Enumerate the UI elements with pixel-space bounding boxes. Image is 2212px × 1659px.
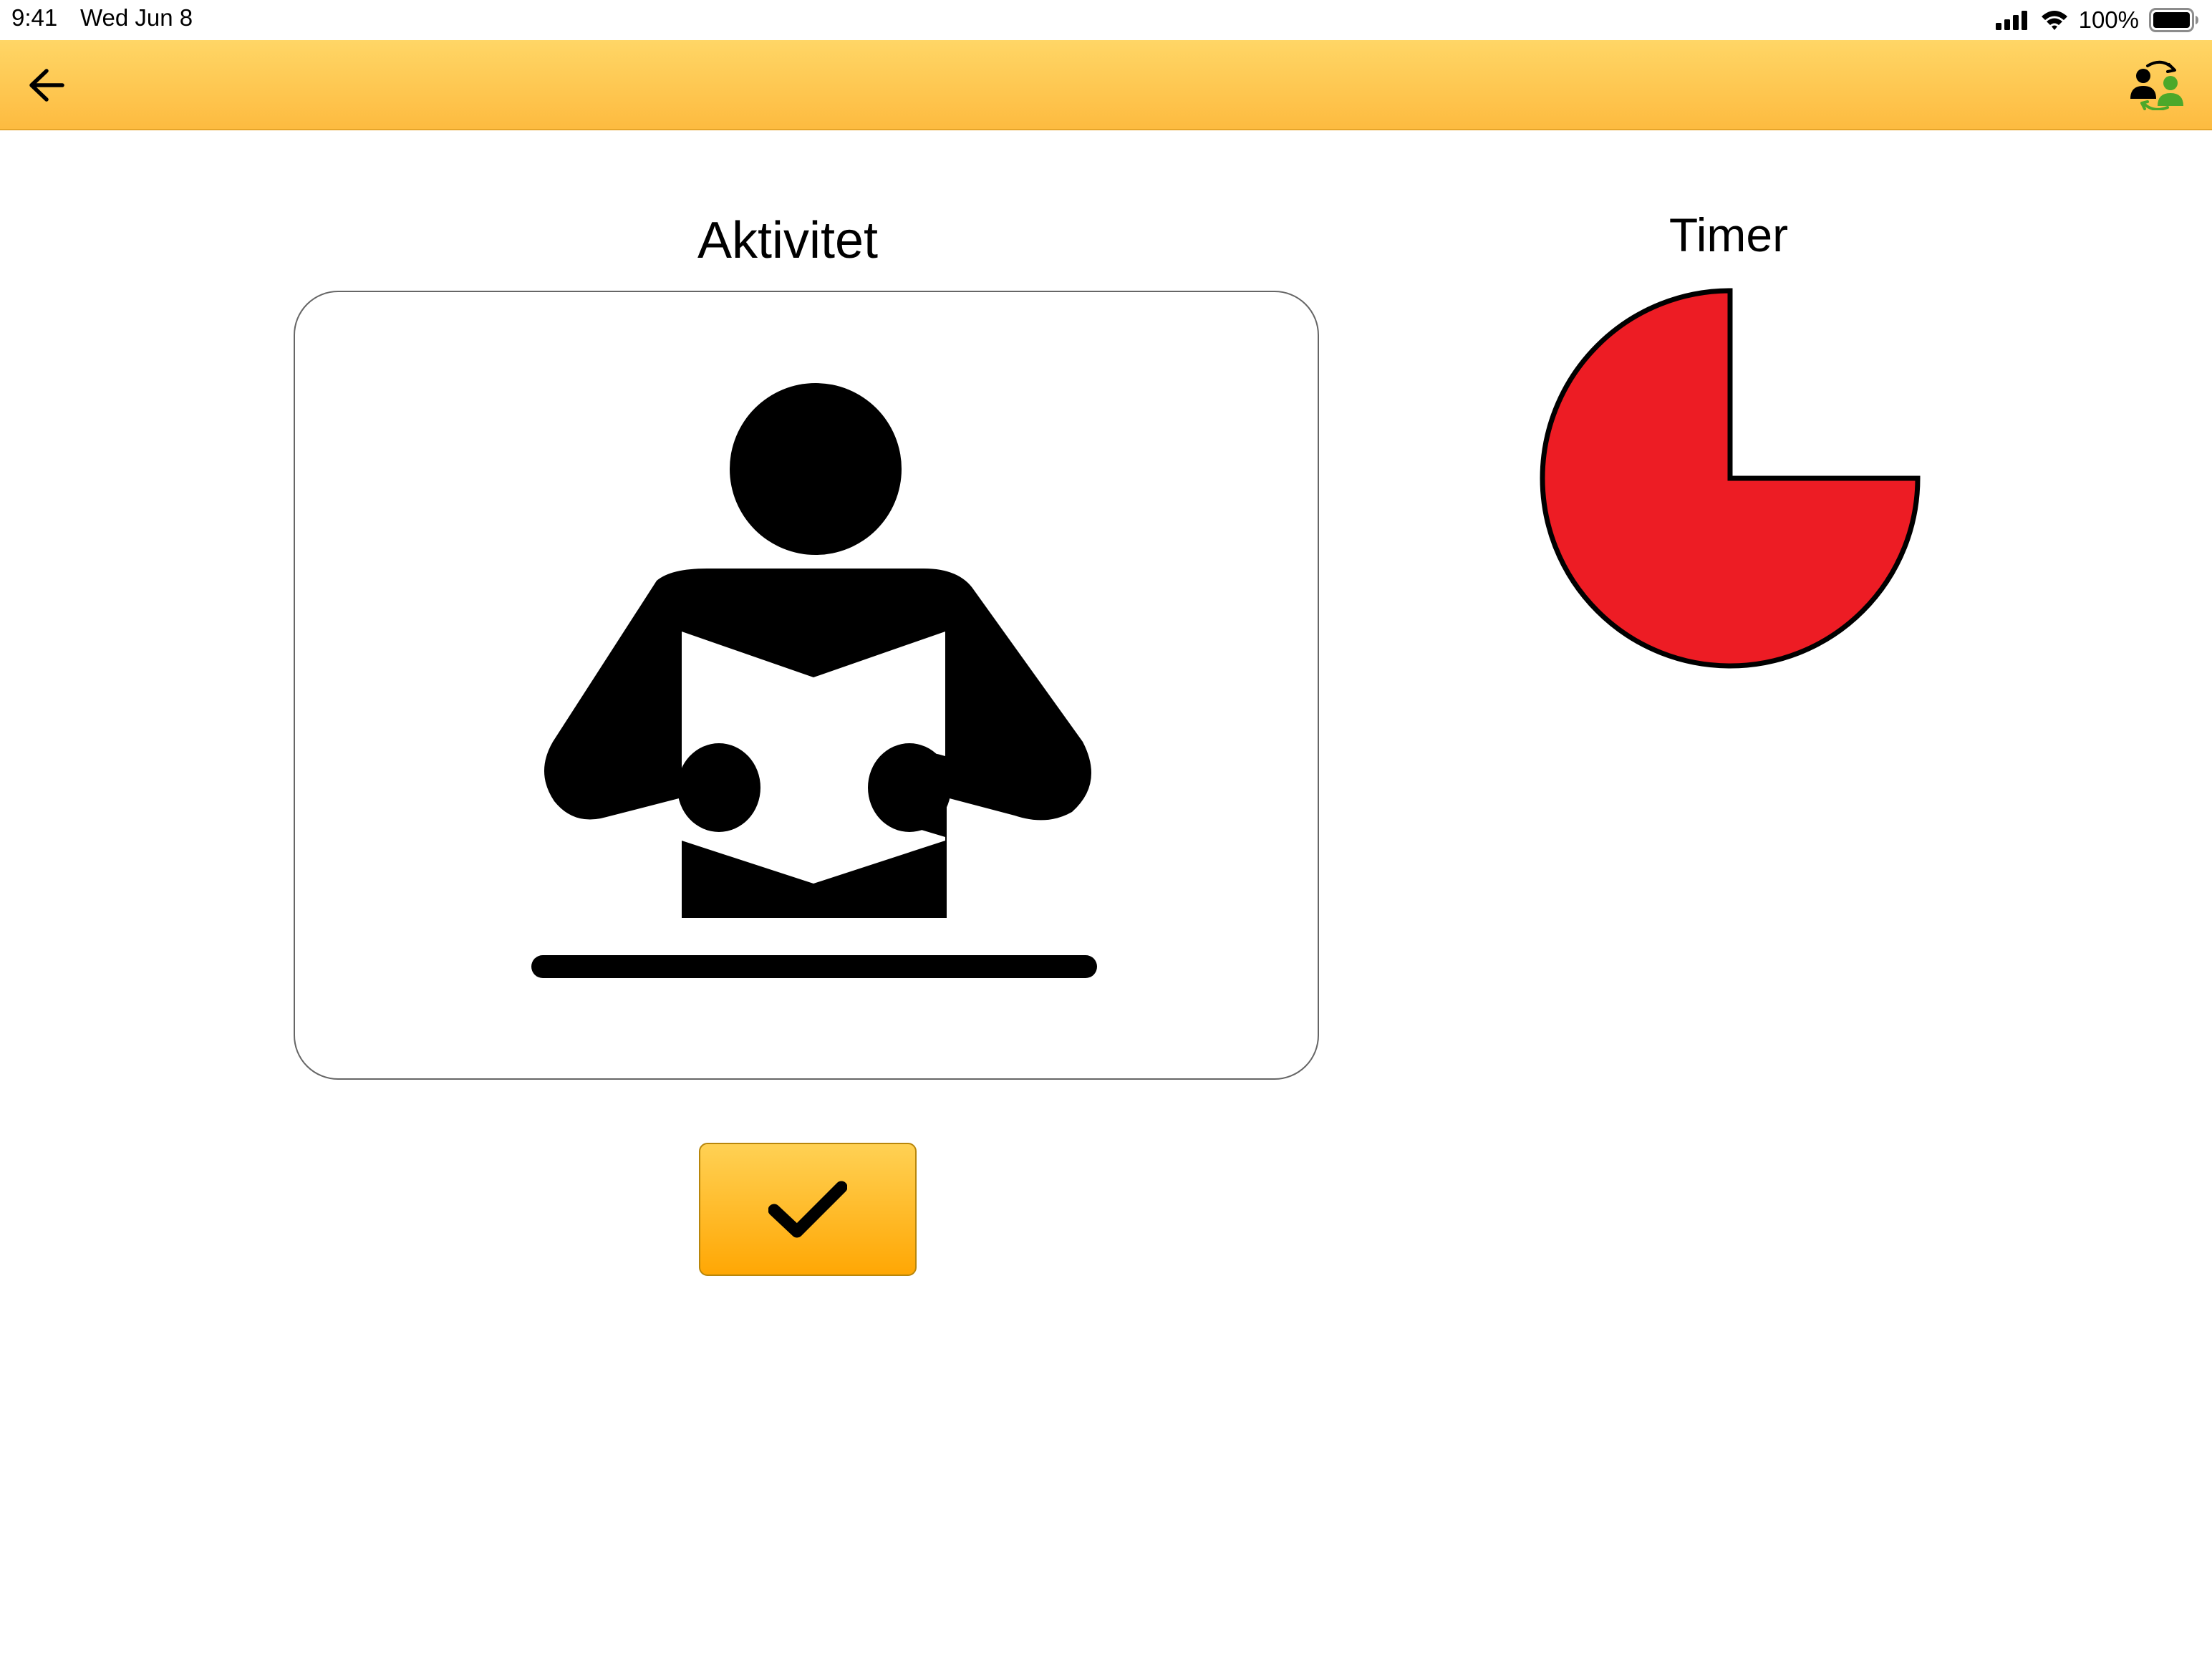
arrow-left-icon	[29, 69, 64, 102]
timer-title: Timer	[1668, 208, 1789, 261]
status-indicators: 100%	[1995, 6, 2199, 34]
activity-title: Aktivitet	[697, 212, 879, 269]
timer-pie	[1540, 288, 1921, 669]
status-date: Wed Jun 8	[80, 4, 193, 31]
status-time: 9:41	[11, 4, 58, 31]
battery-icon	[2149, 8, 2198, 32]
status-bar: 9:41 Wed Jun 8 100%	[0, 0, 2212, 40]
done-button[interactable]	[699, 1143, 917, 1276]
back-button[interactable]	[21, 60, 72, 110]
switch-user-button[interactable]	[2128, 59, 2188, 111]
wifi-icon	[2041, 11, 2067, 30]
cellular-signal-icon	[1995, 11, 2027, 30]
timer-remaining-slice	[1540, 288, 1921, 669]
toolbar	[0, 40, 2212, 130]
person-reading-icon	[531, 383, 1097, 978]
switch-user-icon	[2130, 60, 2183, 111]
battery-percentage: 100%	[2078, 6, 2139, 33]
checkmark-icon	[768, 1181, 847, 1238]
activity-card	[294, 291, 1319, 1080]
